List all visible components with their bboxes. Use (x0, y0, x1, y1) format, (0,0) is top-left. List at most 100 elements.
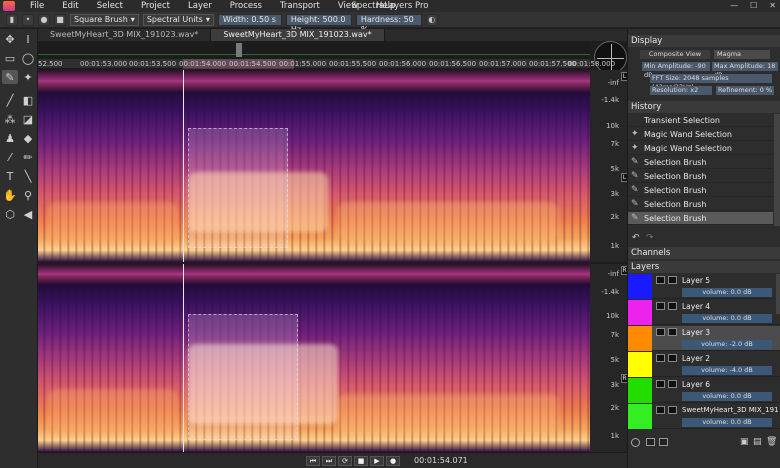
close-button[interactable]: ✕ (769, 0, 776, 12)
menu-view[interactable]: View (329, 0, 367, 12)
magic-wand-icon[interactable]: ✦ (20, 70, 36, 84)
layer-row[interactable]: Layer 5 volume: 0.0 dB (628, 274, 780, 299)
units-select[interactable]: Spectral Units ▾ (142, 13, 214, 26)
visibility-icon[interactable] (656, 276, 665, 284)
playhead[interactable] (183, 70, 184, 262)
layer-volume[interactable]: volume: 0.0 dB (682, 288, 772, 297)
loop-button[interactable]: ⟳ (338, 456, 352, 466)
channels-header[interactable]: Channels (628, 247, 780, 259)
pencil-icon[interactable]: ✏ (20, 150, 36, 164)
height-field[interactable]: Height: 500.0 Hz (285, 13, 352, 34)
mute-icon[interactable] (668, 380, 677, 388)
maximize-button[interactable]: ☐ (750, 0, 757, 12)
layer-volume[interactable]: volume: 0.0 dB (682, 418, 772, 427)
rect-select-icon[interactable]: ▭ (2, 51, 18, 65)
record-layer-icon[interactable] (631, 438, 640, 447)
text-tool-icon[interactable]: T (2, 169, 18, 183)
layers-scrollbar[interactable] (776, 274, 780, 314)
layer-row[interactable]: SweetMyHeart_3D MIX_191 volume: 0.0 dB (628, 404, 780, 429)
record-button[interactable]: ● (386, 456, 400, 466)
play-button[interactable]: ▶ (370, 456, 384, 466)
waveform-right[interactable] (38, 264, 590, 284)
overview-strip[interactable] (38, 41, 590, 59)
mute-icon[interactable] (668, 276, 677, 284)
channel-left-pane[interactable] (38, 70, 590, 262)
display-header[interactable]: Display (628, 35, 780, 47)
composite-view-button[interactable]: Composite View (640, 50, 710, 59)
spectrogram-right[interactable] (38, 284, 590, 452)
layer-volume[interactable]: volume: 0.0 dB (682, 314, 772, 323)
spray-icon[interactable]: ⁂ (2, 112, 18, 126)
eraser-icon[interactable]: ◧ (20, 93, 36, 107)
layers-header[interactable]: Layers (628, 261, 780, 273)
mute-icon[interactable] (668, 406, 677, 414)
max-amplitude-field[interactable]: Max Amplitude: 18 dB (712, 62, 778, 79)
move-tool-icon[interactable]: ✥ (2, 32, 18, 46)
cube-icon[interactable]: ⬡ (2, 207, 18, 221)
layer-volume[interactable]: volume: -2.0 dB (682, 340, 772, 349)
min-amplitude-field[interactable]: Min Amplitude: -90 dB (642, 62, 710, 79)
eyedropper-icon[interactable]: ⁄ (2, 150, 18, 164)
history-item[interactable]: ✎ Selection Brush (628, 184, 773, 197)
layer-row[interactable]: Layer 6 volume: 0.0 dB (628, 378, 780, 403)
go-to-start-button[interactable]: ⏮ (306, 456, 320, 466)
dot-large-icon[interactable]: ● (38, 13, 50, 26)
history-item[interactable]: ✎ Selection Brush (628, 156, 773, 169)
width-field[interactable]: Width: 0.50 s (217, 13, 282, 26)
menu-project[interactable]: Project (132, 0, 179, 12)
delete-layer-icon[interactable]: 🗑 (766, 437, 777, 447)
stamp-icon[interactable]: ♟ (2, 131, 18, 145)
menu-layer[interactable]: Layer (179, 0, 221, 12)
tab-document-1[interactable]: SweetMyHeart_3D MIX_191023.wav* (38, 29, 212, 41)
dot-small-icon[interactable]: • (22, 13, 34, 26)
hand-icon[interactable]: ✋ (2, 188, 18, 202)
layer-row[interactable]: Layer 2 volume: -4.0 dB (628, 352, 780, 377)
visibility-icon[interactable] (656, 328, 665, 336)
go-to-end-button[interactable]: ⏭ (322, 456, 336, 466)
playhead[interactable] (183, 264, 184, 452)
waveform-left[interactable] (38, 70, 590, 92)
zoom-icon[interactable]: ⚲ (20, 188, 36, 202)
brush-shape-select[interactable]: Square Brush ▾ (70, 13, 139, 26)
text-cursor-icon[interactable]: I (20, 32, 36, 46)
line-tool-icon[interactable]: ╲ (20, 169, 36, 183)
layer-row[interactable]: Layer 4 volume: 0.0 dB (628, 300, 780, 325)
lasso-icon[interactable]: ◯ (20, 51, 36, 65)
history-item[interactable]: ✎ Selection Brush (628, 198, 773, 211)
contrast-icon[interactable]: ◐ (425, 13, 438, 26)
brush-select-icon[interactable]: ✎ (2, 70, 18, 84)
mute-icon[interactable] (668, 328, 677, 336)
menu-file[interactable]: File (21, 0, 53, 12)
history-header[interactable]: History (628, 101, 780, 113)
minimize-button[interactable]: — (730, 0, 738, 12)
menu-process[interactable]: Process (221, 0, 271, 12)
brush-selection[interactable] (188, 314, 298, 440)
square-icon[interactable]: ■ (54, 13, 66, 26)
layer-row[interactable]: Layer 3 volume: -2.0 dB (628, 326, 780, 351)
overview-range-handle[interactable] (236, 43, 242, 57)
speaker-icon[interactable]: ◀ (20, 207, 36, 221)
visibility-icon[interactable] (656, 302, 665, 310)
brush-mode-icon[interactable]: ▮ (6, 13, 18, 26)
spectrogram-left[interactable] (38, 92, 590, 262)
history-item[interactable]: ✦ Magic Wand Selection (628, 128, 773, 141)
visibility-icon[interactable] (656, 380, 665, 388)
visibility-icon[interactable] (656, 406, 665, 414)
history-item[interactable]: ✎ Selection Brush (628, 170, 773, 183)
menu-transport[interactable]: Transport (271, 0, 329, 12)
layer-volume[interactable]: volume: 0.0 dB (682, 392, 772, 401)
time-ruler[interactable]: 52.500 00:01:53.000 00:01:53.500 00:01:5… (38, 59, 615, 69)
brush-selection[interactable] (188, 128, 288, 248)
refinement-field[interactable]: Refinement: 0 % (716, 86, 774, 95)
add-layer-icon[interactable]: ▣ (740, 437, 749, 447)
layer-volume[interactable]: volume: -4.0 dB (682, 366, 772, 375)
resolution-field[interactable]: Resolution: x2 (650, 86, 712, 95)
duplicate-layer-icon[interactable]: ▤ (753, 437, 762, 447)
menu-select[interactable]: Select (88, 0, 132, 12)
history-item[interactable]: ✎ Selection Brush (628, 212, 773, 225)
layer-tool-icon[interactable] (659, 438, 668, 446)
history-scrollbar[interactable] (774, 114, 780, 226)
channel-right-pane[interactable] (38, 264, 590, 452)
mute-icon[interactable] (668, 302, 677, 310)
mute-icon[interactable] (668, 354, 677, 362)
